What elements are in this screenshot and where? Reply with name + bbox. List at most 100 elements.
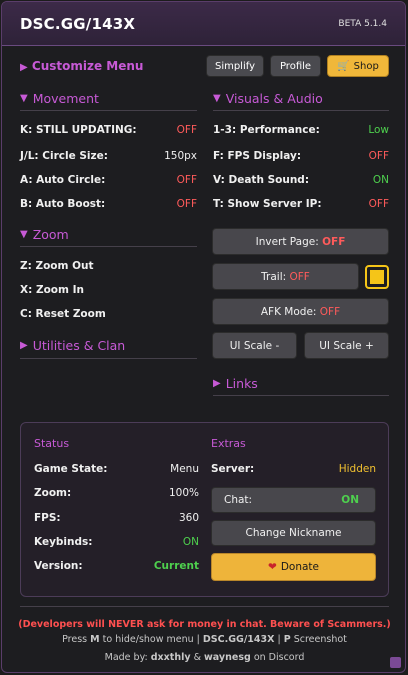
triangle-down-icon: ▼ — [20, 229, 28, 240]
triangle-right-icon: ▶ — [213, 378, 221, 389]
donate-button[interactable]: ❤ Donate — [211, 553, 376, 581]
customize-menu-toggle[interactable]: ▶ Customize Menu — [20, 59, 143, 73]
credits-amp: & — [193, 652, 201, 663]
divider — [20, 358, 197, 359]
hint-text: Screenshot — [293, 634, 347, 645]
customize-menu-label: Customize Menu — [31, 59, 144, 73]
extras-title: Extras — [211, 437, 246, 450]
hint-text: Press — [62, 634, 88, 645]
credits-label: Made by: — [104, 652, 148, 663]
reset-zoom-keybind: C: Reset Zoom — [20, 308, 106, 320]
donate-label: Donate — [280, 561, 319, 573]
chat-label: Chat: — [224, 494, 253, 506]
keybinds-label: Keybinds: — [34, 536, 93, 548]
hint-key: P — [283, 634, 291, 645]
author-name: dxxthly — [150, 652, 191, 663]
version-status-label: Version: — [34, 560, 83, 572]
divider — [213, 110, 389, 111]
hint-text: to hide/show menu | — [102, 634, 200, 645]
fps-label: FPS: — [34, 512, 61, 524]
afk-mode-label: AFK Mode: — [260, 305, 317, 318]
auto-boost-label: B: Auto Boost: — [20, 198, 106, 210]
circle-size-label: J/L: Circle Size: — [20, 150, 108, 162]
shop-icon: 🛒 — [337, 60, 350, 72]
fps-display-label: F: FPS Display: — [213, 150, 302, 162]
chat-toggle-button[interactable]: Chat: ON — [211, 487, 376, 513]
divider — [20, 606, 389, 607]
performance-label: 1-3: Performance: — [213, 124, 320, 136]
ui-scale-down-button[interactable]: UI Scale - — [212, 332, 297, 359]
visuals-section-toggle[interactable]: ▼ Visuals & Audio — [213, 91, 323, 106]
movement-section-title: Movement — [32, 91, 99, 106]
zoom-section-title: Zoom — [32, 227, 69, 242]
version-label: BETA 5.1.4 — [338, 18, 387, 29]
divider — [20, 110, 197, 111]
status-panel: Status Extras Game State: Menu Zoom: 100… — [20, 422, 389, 597]
server-label: Server: — [211, 463, 255, 475]
credits-discord: on Discord — [253, 652, 305, 663]
afk-mode-button[interactable]: AFK Mode: OFF — [212, 298, 389, 325]
triangle-right-icon: ▶ — [20, 62, 28, 73]
hint-separator: | — [277, 634, 281, 645]
fps-display-value[interactable]: OFF — [332, 150, 389, 162]
profile-button[interactable]: Profile — [270, 55, 321, 77]
hint-site: DSC.GG/143X — [202, 634, 275, 645]
title-bar[interactable]: DSC.GG/143X BETA 5.1.4 — [2, 2, 405, 46]
scam-warning: (Developers will NEVER ask for money in … — [18, 619, 391, 630]
circle-size-value[interactable]: 150px — [142, 150, 197, 162]
server-ip-value[interactable]: OFF — [332, 198, 389, 210]
performance-value[interactable]: Low — [332, 124, 389, 136]
ui-scale-up-button[interactable]: UI Scale + — [304, 332, 389, 359]
fps-value: 360 — [178, 512, 199, 524]
still-updating-value[interactable]: OFF — [142, 124, 197, 136]
trail-label: Trail: — [261, 270, 287, 283]
utilities-section-title: Utilities & Clan — [32, 338, 126, 353]
author-name: waynesg — [204, 652, 251, 663]
game-state-value: Menu — [170, 463, 199, 475]
chat-value: ON — [341, 494, 359, 506]
divider — [20, 246, 197, 247]
shop-button[interactable]: 🛒 Shop — [327, 55, 389, 77]
credits: Made by: dxxthly & waynesg on Discord — [2, 652, 405, 663]
death-sound-value[interactable]: ON — [332, 174, 389, 186]
links-section-title: Links — [225, 376, 258, 391]
simplify-button[interactable]: Simplify — [206, 55, 264, 77]
zoom-label: Zoom: — [34, 487, 72, 499]
death-sound-label: V: Death Sound: — [213, 174, 310, 186]
zoom-in-keybind: X: Zoom In — [20, 284, 84, 296]
game-state-label: Game State: — [34, 463, 108, 475]
zoom-out-keybind: Z: Zoom Out — [20, 260, 94, 272]
utilities-section-toggle[interactable]: ▶ Utilities & Clan — [20, 338, 125, 353]
shop-button-label: Shop — [353, 60, 379, 72]
server-value: Hidden — [338, 463, 376, 475]
mod-menu-panel: DSC.GG/143X BETA 5.1.4 ▶ Customize Menu … — [1, 1, 406, 673]
heart-icon: ❤ — [268, 561, 277, 573]
triangle-down-icon: ▼ — [20, 93, 28, 104]
invert-page-value: OFF — [322, 235, 346, 248]
trail-value: OFF — [289, 270, 310, 283]
trail-color-swatch — [370, 270, 384, 284]
zoom-section-toggle[interactable]: ▼ Zoom — [20, 227, 69, 242]
triangle-right-icon: ▶ — [20, 340, 28, 351]
keybinds-value: ON — [182, 536, 199, 548]
auto-boost-value[interactable]: OFF — [142, 198, 197, 210]
version-status-value: Current — [153, 560, 199, 572]
trail-button[interactable]: Trail: OFF — [212, 263, 359, 290]
afk-mode-value: OFF — [319, 305, 341, 318]
triangle-down-icon: ▼ — [213, 93, 221, 104]
zoom-value: 100% — [168, 487, 199, 499]
auto-circle-label: A: Auto Circle: — [20, 174, 106, 186]
hint-key: M — [90, 634, 100, 645]
trail-color-picker[interactable] — [365, 265, 389, 289]
auto-circle-value[interactable]: OFF — [142, 174, 197, 186]
status-title: Status — [34, 437, 70, 450]
movement-section-toggle[interactable]: ▼ Movement — [20, 91, 99, 106]
links-section-toggle[interactable]: ▶ Links — [213, 376, 258, 391]
visuals-section-title: Visuals & Audio — [225, 91, 323, 106]
invert-page-button[interactable]: Invert Page: OFF — [212, 228, 389, 255]
change-nickname-button[interactable]: Change Nickname — [211, 520, 376, 546]
resize-handle[interactable] — [390, 657, 401, 668]
still-updating-label: K: STILL UPDATING: — [20, 124, 137, 136]
toolbar: ▶ Customize Menu Simplify Profile 🛒 Shop — [20, 55, 389, 77]
menu-title: DSC.GG/143X — [20, 14, 136, 33]
